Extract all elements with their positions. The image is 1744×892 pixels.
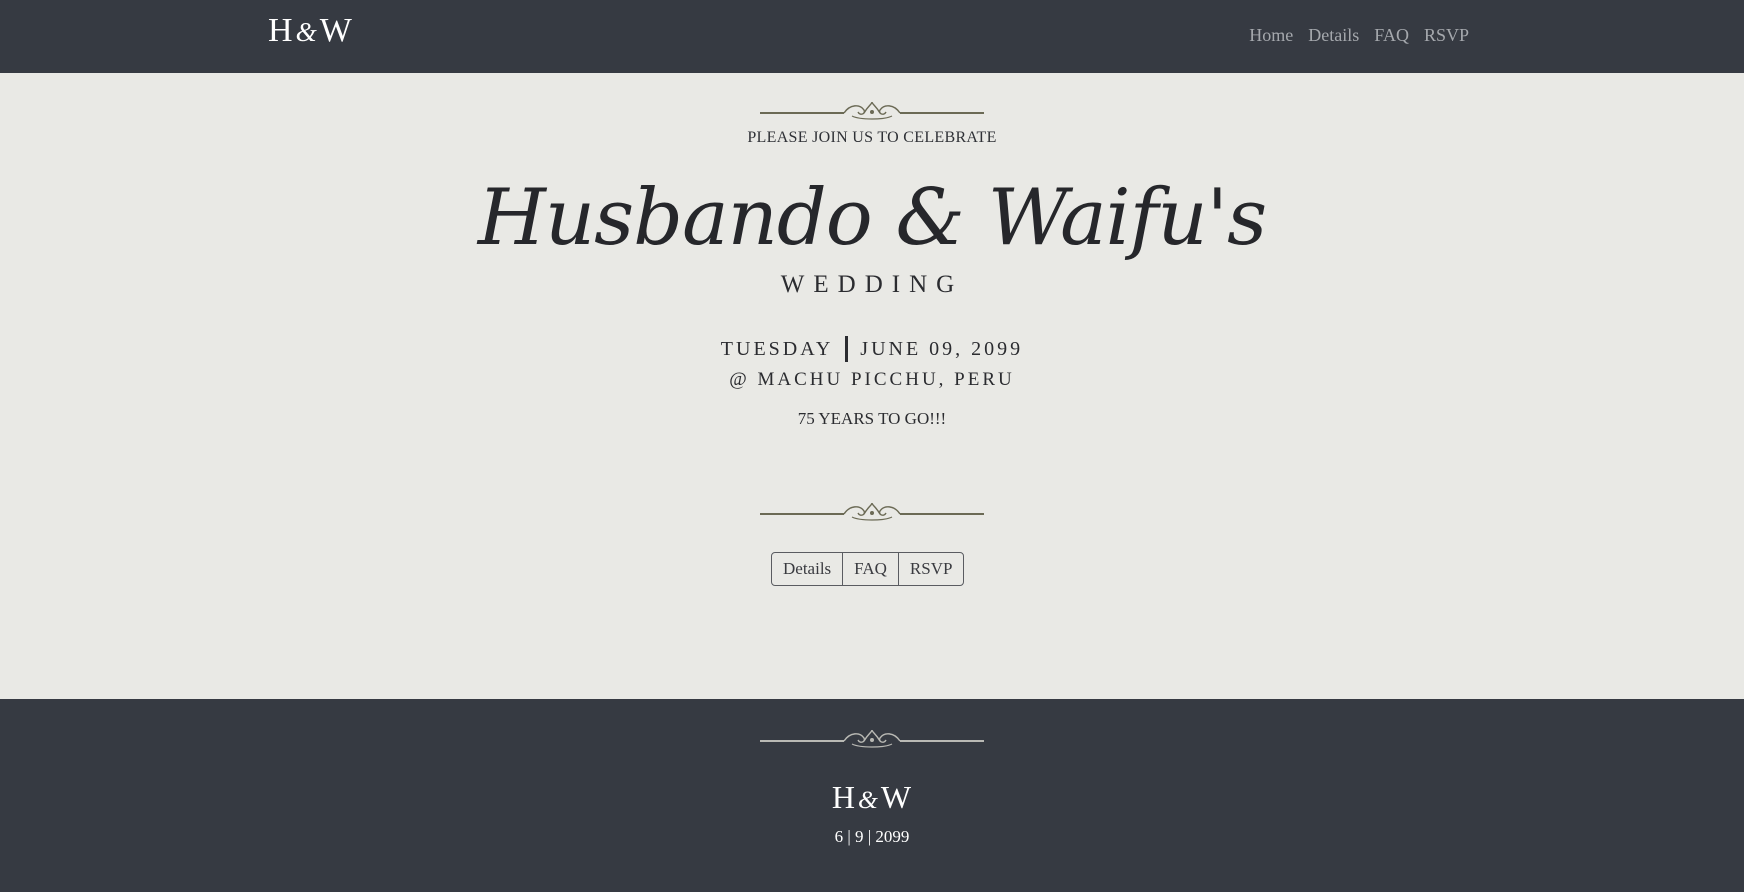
nav-link-faq[interactable]: FAQ bbox=[1374, 25, 1409, 46]
footer-date: 6 | 9 | 2099 bbox=[834, 827, 910, 846]
flourish-divider-icon bbox=[760, 729, 984, 748]
wedding-day: TUESDAY bbox=[720, 337, 834, 360]
hero-section: PLEASE JOIN US TO CELEBRATE Husbando & W… bbox=[0, 73, 1744, 699]
footer: H&W 6 | 9 | 2099 bbox=[0, 699, 1744, 892]
brand-h: H bbox=[268, 12, 294, 49]
couple-names: Husbando & Waifu's bbox=[477, 173, 1267, 263]
invite-text: PLEASE JOIN US TO CELEBRATE bbox=[747, 129, 997, 146]
date-separator bbox=[845, 336, 849, 362]
faq-button[interactable]: FAQ bbox=[842, 553, 898, 585]
footer-brand-w: W bbox=[880, 779, 913, 815]
nav-link-rsvp[interactable]: RSVP bbox=[1424, 25, 1469, 46]
top-navbar: H&W Home Details FAQ RSVP bbox=[0, 0, 1744, 73]
footer-brand-amp: & bbox=[857, 785, 879, 814]
rsvp-button[interactable]: RSVP bbox=[897, 553, 964, 585]
details-button[interactable]: Details bbox=[772, 553, 842, 585]
nav-links: Home Details FAQ RSVP bbox=[1249, 25, 1469, 46]
footer-brand-h: H bbox=[831, 779, 856, 815]
wedding-heading: WEDDING bbox=[780, 271, 964, 298]
flourish-divider-icon bbox=[760, 502, 984, 521]
brand-w: W bbox=[319, 12, 353, 49]
brand-amp: & bbox=[295, 17, 318, 47]
brand-logo[interactable]: H&W bbox=[268, 12, 353, 50]
section-button-group: Details FAQ RSVP bbox=[771, 552, 965, 586]
nav-link-details[interactable]: Details bbox=[1308, 25, 1359, 46]
flourish-divider-icon bbox=[760, 101, 984, 120]
nav-link-home[interactable]: Home bbox=[1249, 25, 1293, 46]
footer-brand: H&W bbox=[0, 779, 1744, 816]
wedding-date: JUNE 09, 2099 bbox=[860, 337, 1024, 360]
wedding-location: @ MACHU PICCHU, PERU bbox=[729, 369, 1015, 390]
countdown-text: 75 YEARS TO GO!!! bbox=[797, 409, 947, 428]
date-line: TUESDAY JUNE 09, 2099 bbox=[0, 336, 1744, 362]
